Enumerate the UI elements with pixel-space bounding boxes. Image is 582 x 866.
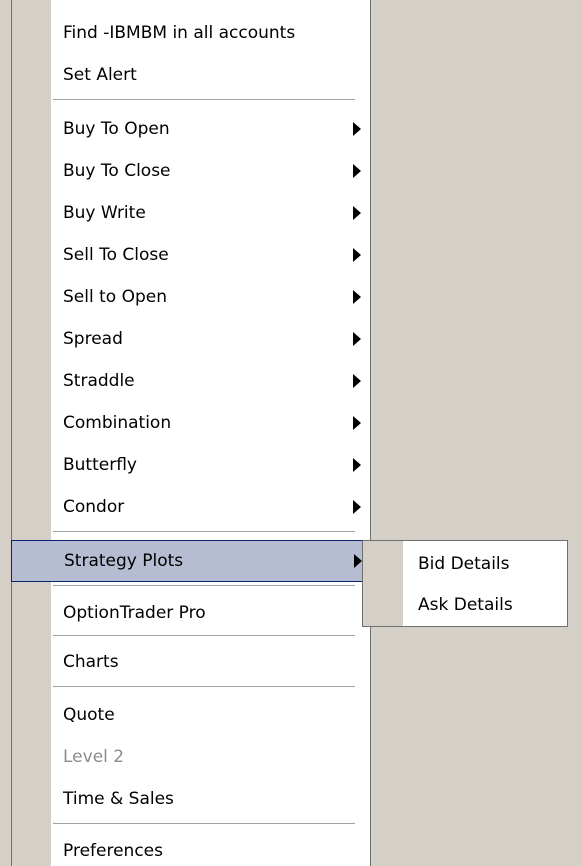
- menu-item-spread[interactable]: Spread: [12, 318, 370, 360]
- submenu-arrow-icon: [353, 332, 361, 346]
- menu-item-buy-to-open[interactable]: Buy To Open: [12, 108, 370, 150]
- menu-separator: [53, 99, 355, 101]
- menu-item-label: Time & Sales: [63, 789, 174, 809]
- menu-item-preferences[interactable]: Preferences: [12, 830, 370, 866]
- submenu-arrow-icon: [353, 290, 361, 304]
- submenu-arrow-icon: [353, 248, 361, 262]
- menu-separator: [53, 823, 355, 825]
- menu-item-label: Quote: [63, 705, 115, 725]
- menu-item-label: Find -IBMBM in all accounts: [63, 23, 296, 43]
- submenu-arrow-icon: [353, 122, 361, 136]
- menu-item-label: Charts: [63, 652, 119, 672]
- submenu-item-label: Bid Details: [418, 554, 510, 574]
- menu-separator: [53, 585, 355, 587]
- context-menu: Find -IBMBM in all accounts Set Alert Bu…: [11, 0, 372, 866]
- menu-item-label: Set Alert: [63, 65, 137, 85]
- menu-item-straddle[interactable]: Straddle: [12, 360, 370, 402]
- submenu-item-label: Ask Details: [418, 595, 513, 615]
- menu-item-find-in-all-accounts[interactable]: Find -IBMBM in all accounts: [12, 12, 370, 54]
- menu-item-label: Condor: [63, 497, 125, 517]
- menu-item-sell-to-close[interactable]: Sell To Close: [12, 234, 370, 276]
- background-window: [0, 0, 11, 866]
- menu-item-strategy-plots[interactable]: Strategy Plots: [11, 540, 372, 582]
- menu-item-optiontrader-pro[interactable]: OptionTrader Pro: [12, 592, 370, 634]
- menu-item-label: Buy To Open: [63, 119, 170, 139]
- submenu-arrow-icon: [353, 206, 361, 220]
- menu-item-combination[interactable]: Combination: [12, 402, 370, 444]
- menu-item-label: Spread: [63, 329, 123, 349]
- menu-item-label: Combination: [63, 413, 172, 433]
- menu-item-label: Sell To Close: [63, 245, 169, 265]
- menu-item-time-and-sales[interactable]: Time & Sales: [12, 778, 370, 820]
- menu-item-charts[interactable]: Charts: [12, 641, 370, 683]
- menu-item-sell-to-open[interactable]: Sell to Open: [12, 276, 370, 318]
- menu-item-label: Buy To Close: [63, 161, 171, 181]
- submenu-arrow-icon: [353, 416, 361, 430]
- submenu-arrow-icon: [353, 374, 361, 388]
- menu-item-level-2: Level 2: [12, 736, 370, 778]
- menu-item-condor[interactable]: Condor: [12, 486, 370, 528]
- menu-item-label: Straddle: [63, 371, 135, 391]
- submenu-item-bid-details[interactable]: Bid Details: [363, 543, 567, 585]
- menu-item-label: OptionTrader Pro: [63, 603, 206, 623]
- menu-separator: [53, 635, 355, 637]
- menu-item-set-alert[interactable]: Set Alert: [12, 54, 370, 96]
- menu-separator: [53, 531, 355, 533]
- menu-item-label: Level 2: [63, 747, 125, 767]
- menu-item-buy-to-close[interactable]: Buy To Close: [12, 150, 370, 192]
- submenu-item-ask-details[interactable]: Ask Details: [363, 584, 567, 626]
- submenu-arrow-icon: [353, 164, 361, 178]
- menu-item-label: Buy Write: [63, 203, 146, 223]
- submenu-arrow-icon: [353, 458, 361, 472]
- menu-item-label: Strategy Plots: [64, 551, 184, 571]
- menu-item-butterfly[interactable]: Butterfly: [12, 444, 370, 486]
- strategy-plots-submenu: Bid Details Ask Details: [362, 540, 568, 627]
- menu-item-quote[interactable]: Quote: [12, 694, 370, 736]
- menu-item-label: Sell to Open: [63, 287, 167, 307]
- submenu-arrow-icon: [354, 554, 362, 568]
- submenu-arrow-icon: [353, 500, 361, 514]
- menu-item-label: Butterfly: [63, 455, 137, 475]
- menu-separator: [53, 686, 355, 688]
- menu-item-label: Preferences: [63, 841, 163, 861]
- menu-item-buy-write[interactable]: Buy Write: [12, 192, 370, 234]
